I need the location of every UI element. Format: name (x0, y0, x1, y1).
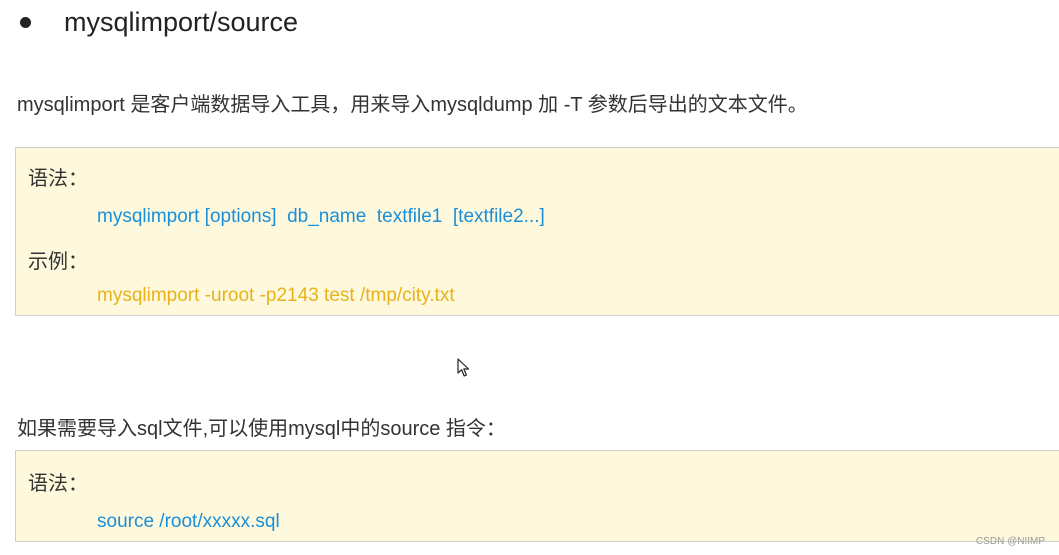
example-label: 示例： (28, 251, 88, 273)
example-code: mysqlimport -uroot -p2143 test /tmp/city… (97, 285, 455, 306)
mouse-pointer-icon (457, 358, 470, 377)
watermark: CSDN @NIIMP (975, 536, 1045, 547)
source-syntax-label: 语法： (28, 473, 88, 495)
source-syntax-code: source /root/xxxxx.sql (97, 511, 280, 532)
source-syntax-box: 语法： source /root/xxxxx.sql (15, 450, 1059, 542)
syntax-code: mysqlimport [options] db_name textfile1 … (97, 206, 545, 227)
source-intro-paragraph: 如果需要导入sql文件,可以使用mysql中的source 指令： (17, 418, 506, 440)
bullet-icon (20, 16, 31, 28)
syntax-example-box: 语法： mysqlimport [options] db_name textfi… (15, 147, 1059, 316)
section-heading-row: mysqlimport/source (18, 2, 298, 42)
syntax-label: 语法： (28, 168, 88, 190)
intro-paragraph: mysqlimport 是客户端数据导入工具，用来导入mysqldump 加 -… (17, 94, 808, 116)
section-heading: mysqlimport/source (64, 6, 299, 37)
document-page: mysqlimport/source mysqlimport 是客户端数据导入工… (0, 0, 1059, 555)
